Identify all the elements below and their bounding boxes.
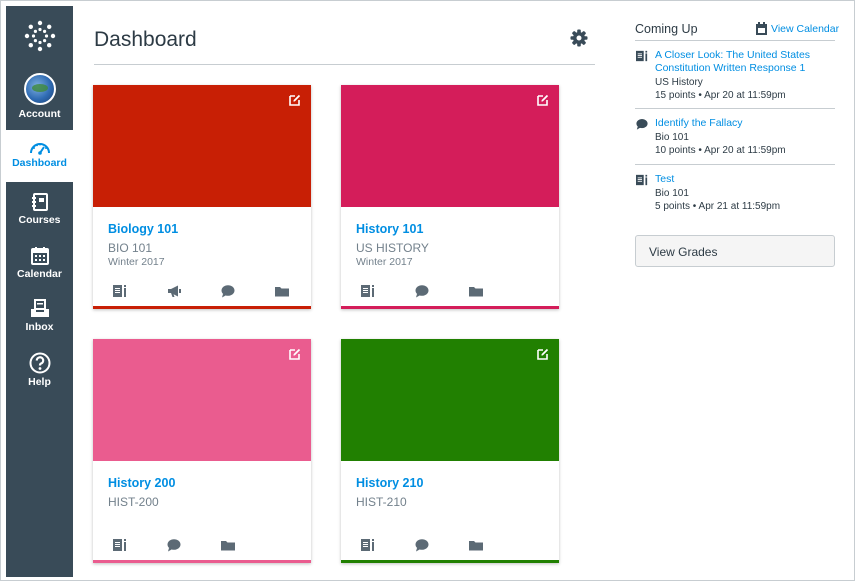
todo-course: US History [655,77,703,88]
view-grades-label: View Grades [649,245,718,259]
view-grades-button[interactable]: View Grades [635,235,835,267]
course-card-hero[interactable] [341,339,559,461]
todo-meta: 15 points • Apr 20 at 11:59pm [655,90,786,101]
discussions-icon[interactable] [167,538,181,552]
nav-inbox[interactable]: Inbox [6,299,73,343]
todo-title[interactable]: A Closer Look: The United States Constit… [655,49,835,75]
course-card-term: Winter 2017 [356,256,413,268]
assignment-icon [635,174,649,186]
todo-meta: 10 points • Apr 20 at 11:59pm [655,145,786,156]
canvas-logo-icon[interactable] [24,20,56,52]
header-divider [94,64,595,65]
course-card-hero[interactable] [341,85,559,207]
todo-item[interactable]: Identify the Fallacy Bio 101 10 points •… [635,117,835,159]
assignments-icon[interactable] [113,538,127,552]
inbox-icon [30,299,49,317]
app-window: Account Dashboard Courses Calendar Inbox… [0,0,855,581]
nav-calendar[interactable]: Calendar [6,246,73,290]
avatar [23,73,56,105]
course-card-hero[interactable] [93,85,311,207]
assignments-icon[interactable] [361,538,375,552]
courses-icon [31,193,48,211]
edit-card-icon[interactable] [289,348,301,360]
course-card[interactable]: History 101 US HISTORY Winter 2017 [341,85,559,309]
course-card-term: Winter 2017 [108,256,165,268]
course-card[interactable]: History 200 HIST-200 [93,339,311,563]
todo-item[interactable]: A Closer Look: The United States Constit… [635,49,835,105]
nav-help-label: Help [28,376,51,388]
files-icon[interactable] [275,284,289,298]
course-card-color-bar [93,306,311,309]
discussion-icon [635,118,649,130]
page-title: Dashboard [94,28,197,51]
todo-item[interactable]: Test Bio 101 5 points • Apr 21 at 11:59p… [635,173,835,215]
help-icon [29,352,50,374]
files-icon[interactable] [469,538,483,552]
edit-card-icon[interactable] [537,94,549,106]
course-card-title[interactable]: History 101 [356,222,423,236]
edit-card-icon[interactable] [289,94,301,106]
course-card[interactable]: Biology 101 BIO 101 Winter 2017 [93,85,311,309]
course-card-color-bar [341,560,559,563]
nav-dashboard[interactable]: Dashboard [6,130,73,182]
course-card-code: HIST-200 [108,495,159,509]
course-card-code: BIO 101 [108,241,153,255]
calendar-icon [30,247,49,265]
assignments-icon[interactable] [113,284,127,298]
nav-help[interactable]: Help [6,352,73,396]
nav-account-label: Account [18,108,61,120]
todo-meta: 5 points • Apr 21 at 11:59pm [655,201,781,212]
nav-courses-label: Courses [18,214,61,226]
course-card-title[interactable]: History 210 [356,476,423,490]
todo-title[interactable]: Identify the Fallacy [655,117,835,130]
files-icon[interactable] [221,538,235,552]
sidebar-divider [635,164,835,165]
edit-card-icon[interactable] [537,348,549,360]
dashboard-icon [29,143,50,155]
todo-course: Bio 101 [655,188,689,199]
files-icon[interactable] [469,284,483,298]
course-card-color-bar [341,306,559,309]
course-card-code: US HISTORY [356,241,429,255]
coming-up-heading: Coming Up [635,22,698,36]
discussions-icon[interactable] [415,284,429,298]
todo-title[interactable]: Test [655,173,835,186]
course-card-hero[interactable] [93,339,311,461]
course-card-actions [341,284,559,298]
course-card-color-bar [93,560,311,563]
assignment-icon [635,50,649,62]
sidebar-divider [635,108,835,109]
course-card[interactable]: History 210 HIST-210 [341,339,559,563]
nav-inbox-label: Inbox [25,321,54,333]
view-calendar-label[interactable]: View Calendar [771,23,839,35]
calendar-icon [756,22,767,35]
course-card-actions [93,538,311,552]
course-card-code: HIST-210 [356,495,407,509]
assignments-icon[interactable] [361,284,375,298]
global-navigation: Account Dashboard Courses Calendar Inbox… [6,6,73,577]
nav-courses[interactable]: Courses [6,192,73,236]
nav-account[interactable]: Account [6,73,73,123]
gear-icon[interactable] [570,29,588,47]
course-card-actions [93,284,311,298]
discussions-icon[interactable] [415,538,429,552]
course-card-actions [341,538,559,552]
nav-calendar-label: Calendar [17,268,62,280]
course-card-title[interactable]: Biology 101 [108,222,178,236]
course-card-title[interactable]: History 200 [108,476,175,490]
announcements-icon[interactable] [167,284,181,298]
sidebar-divider [635,40,835,41]
nav-dashboard-label: Dashboard [12,157,67,169]
discussions-icon[interactable] [221,284,235,298]
todo-course: Bio 101 [655,132,689,143]
